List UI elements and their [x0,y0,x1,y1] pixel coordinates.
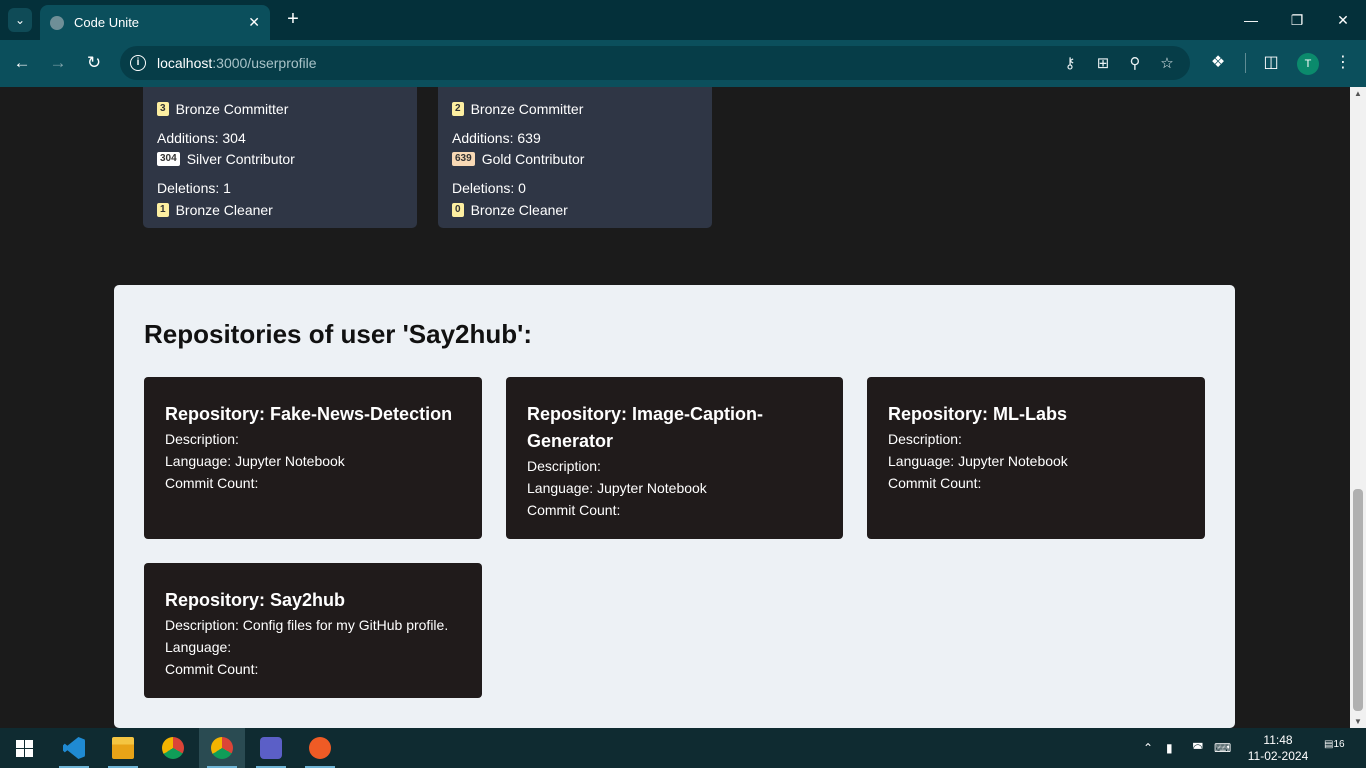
clock-time: 11:48 [1263,733,1293,747]
repositories-section: Repositories of user 'Say2hub': Reposito… [114,285,1235,728]
repo-description: Description: [888,431,962,447]
zoom-icon[interactable]: ⚲ [1125,54,1145,74]
menu-kebab-icon[interactable]: ⋮ [1332,52,1354,74]
chrome-profile-icon[interactable] [199,728,245,768]
notification-count: 16 [1333,739,1345,750]
site-info-icon[interactable]: i [130,55,146,71]
scroll-down-arrow-icon[interactable]: ▼ [1354,717,1362,726]
browser-tab-bar: ⌄ Code Unite ✕ + — ❐ ✕ [0,0,1366,40]
profile-avatar[interactable]: T [1297,53,1319,75]
deletions-badge: 0 [452,203,464,217]
user-stat-card: 3 Bronze Committer Additions: 304 304 Si… [143,87,417,228]
notification-center-icon[interactable]: ▤16 [1324,739,1345,757]
browser-toolbar: ← → ↻ i localhost:3000/userprofile ⚷ ⊞ ⚲… [0,40,1366,87]
deletions-achievement: 1 Bronze Cleaner [157,202,273,218]
forward-arrow-icon[interactable]: → [46,51,70,75]
repo-title: Repository: Say2hub [165,590,346,610]
tab-search-chevron-icon[interactable]: ⌄ [8,8,32,32]
repo-title: Repository: Image-Caption-Generator [527,404,764,451]
repo-commit-count: Commit Count: [165,475,259,491]
toolbar-divider [1245,53,1246,73]
repo-language: Language: Jupyter Notebook [888,453,1068,469]
additions-text: Additions: 304 [157,130,246,146]
keyboard-icon[interactable]: ⌨ [1214,728,1231,768]
commits-badge: 2 [452,102,464,116]
restore-icon[interactable]: ❐ [1274,0,1320,40]
bookmark-star-icon[interactable]: ☆ [1157,54,1177,74]
scroll-up-arrow-icon[interactable]: ▲ [1354,89,1362,98]
repo-language: Language: Jupyter Notebook [165,453,345,469]
install-app-icon[interactable]: ⊞ [1093,54,1113,74]
key-icon[interactable]: ⚷ [1060,54,1080,74]
postman-icon[interactable] [297,728,343,768]
repo-card[interactable]: Repository: Say2hub Description: Config … [144,563,482,698]
deletions-achievement: 0 Bronze Cleaner [452,202,568,218]
repo-title: Repository: ML-Labs [888,404,1068,424]
deletions-label: Bronze Cleaner [175,202,273,218]
extensions-puzzle-icon[interactable]: ❖ [1207,52,1229,74]
url-text: localhost:3000/userprofile [157,55,317,71]
tab-title: Code Unite [74,15,140,30]
repo-commit-count: Commit Count: [888,475,982,491]
vscode-icon[interactable] [51,728,97,768]
repo-description: Description: [165,431,239,447]
scrollbar-thumb[interactable] [1353,489,1363,711]
window-controls: — ❐ ✕ [1228,0,1366,40]
minimize-icon[interactable]: — [1228,0,1274,40]
wifi-icon[interactable]: ◚ [1192,728,1204,768]
repo-title: Repository: Fake-News-Detection [165,404,453,424]
user-stat-card: 2 Bronze Committer Additions: 639 639 Go… [438,87,712,228]
repositories-heading: Repositories of user 'Say2hub': [144,319,533,349]
repo-card[interactable]: Repository: Fake-News-Detection Descript… [144,377,482,539]
deletions-text: Deletions: 1 [157,180,231,196]
browser-tab-active[interactable]: Code Unite ✕ [40,5,270,40]
new-tab-plus-icon[interactable]: + [282,8,304,32]
repo-description: Description: Config files for my GitHub … [165,617,449,633]
repo-commit-count: Commit Count: [527,502,621,518]
additions-text: Additions: 639 [452,130,541,146]
close-window-icon[interactable]: ✕ [1320,0,1366,40]
commits-label: Bronze Committer [175,101,289,117]
additions-badge: 304 [157,152,180,166]
close-tab-icon[interactable]: ✕ [248,14,260,31]
back-arrow-icon[interactable]: ← [10,51,34,75]
file-explorer-icon[interactable] [100,728,146,768]
page-scrollbar[interactable]: ▲ ▼ [1350,87,1366,728]
teams-icon[interactable] [248,728,294,768]
additions-badge: 639 [452,152,475,166]
repo-description: Description: [527,458,601,474]
deletions-text: Deletions: 0 [452,180,526,196]
show-hidden-icons-chevron-icon[interactable]: ⌃ [1143,728,1153,768]
repo-commit-count: Commit Count: [165,661,259,677]
battery-icon[interactable]: ▮ [1166,728,1173,768]
commits-achievement: 3 Bronze Committer [157,101,288,117]
commits-achievement: 2 Bronze Committer [452,101,583,117]
chrome-icon[interactable] [150,728,196,768]
address-bar[interactable]: i localhost:3000/userprofile ⚷ ⊞ ⚲ ☆ [120,46,1190,80]
repo-card[interactable]: Repository: ML-Labs Description: Languag… [867,377,1205,539]
commits-label: Bronze Committer [470,101,584,117]
system-clock[interactable]: 11:48 11-02-2024 [1245,732,1311,764]
side-panel-icon[interactable]: ◫ [1260,52,1282,74]
repo-language: Language: [165,639,232,655]
additions-achievement: 304 Silver Contributor [157,151,295,167]
windows-taskbar: ⌃ ▮ ◚ ⌨ 11:48 11-02-2024 ▤16 [0,728,1366,768]
reload-icon[interactable]: ↻ [82,51,106,75]
clock-date: 11-02-2024 [1247,749,1309,763]
commits-badge: 3 [157,102,169,116]
globe-icon [50,15,64,30]
repo-language: Language: Jupyter Notebook [527,480,707,496]
additions-achievement: 639 Gold Contributor [452,151,584,167]
repo-card[interactable]: Repository: Image-Caption-Generator Desc… [506,377,843,539]
deletions-badge: 1 [157,203,169,217]
deletions-label: Bronze Cleaner [470,202,568,218]
page-viewport: 3 Bronze Committer Additions: 304 304 Si… [0,87,1350,728]
additions-label: Silver Contributor [186,151,295,167]
additions-label: Gold Contributor [481,151,585,167]
windows-start-icon[interactable] [16,740,33,757]
